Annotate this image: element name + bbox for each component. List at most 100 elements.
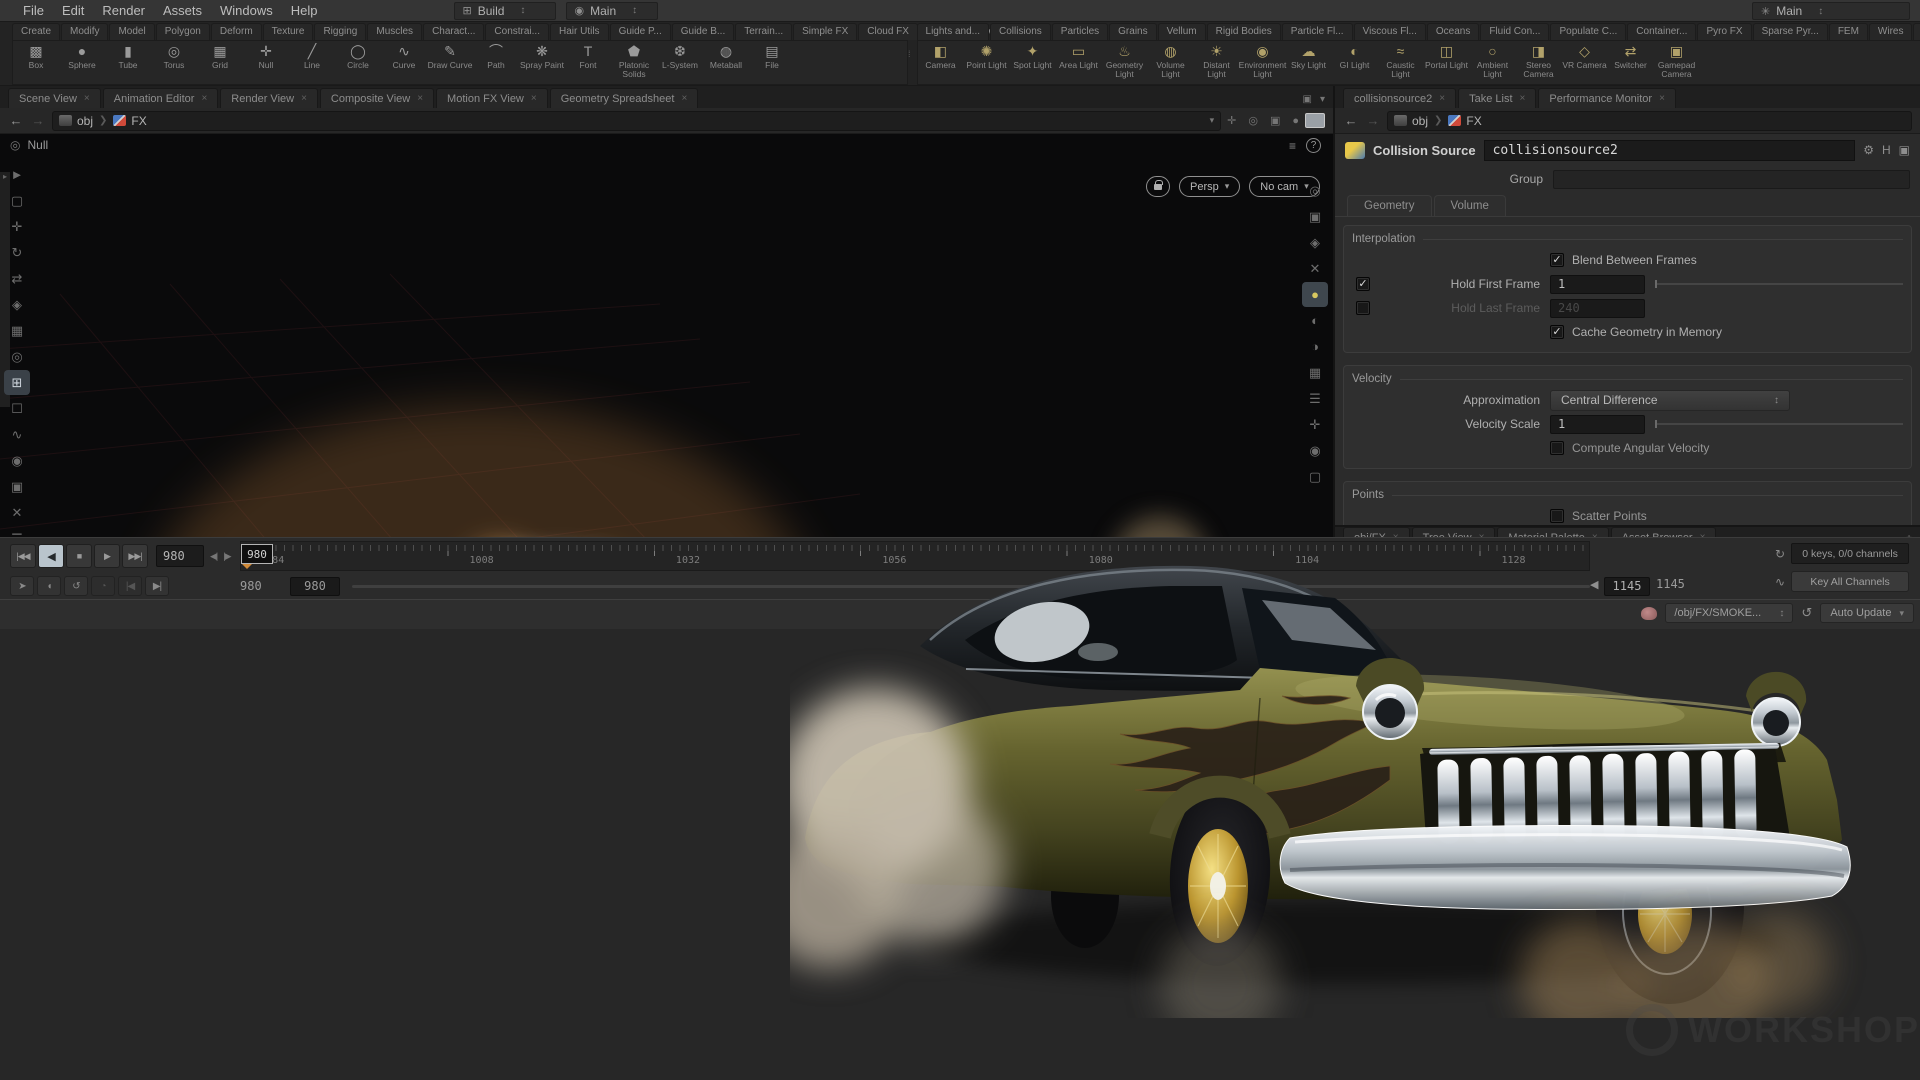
shelf-tool[interactable]: ◧ Camera	[918, 41, 964, 84]
shelf-tab[interactable]: Guide P...	[610, 23, 671, 40]
radial-menu-selector[interactable]: ✳ Main ↕	[1752, 2, 1910, 20]
shelf-tool[interactable]: ▤ File	[749, 41, 795, 84]
hold-first-frame-slider[interactable]	[1655, 283, 1903, 285]
shelf-tab[interactable]: Modify	[61, 23, 108, 40]
shelf-tab[interactable]: Container...	[1627, 23, 1696, 40]
shelf-tool[interactable]: ● Sphere	[59, 41, 105, 84]
hold-last-frame-toggle[interactable]	[1356, 301, 1370, 315]
viewport-tool-icon[interactable]: ◐	[1302, 308, 1328, 333]
breadcrumb[interactable]: obj ❯ FX	[1387, 111, 1912, 131]
shelf-tab[interactable]: Grains	[1109, 23, 1156, 40]
scatter-points-checkbox[interactable]	[1550, 509, 1564, 523]
folder-tab[interactable]: Geometry	[1347, 195, 1432, 216]
menu-item[interactable]: Assets	[154, 3, 211, 18]
shelf-tool[interactable]: ◎ Torus	[151, 41, 197, 84]
viewport-tool-icon[interactable]: ✕	[4, 500, 30, 525]
update-mode-dropdown[interactable]: Auto Update ▾	[1820, 603, 1914, 623]
playbar-option-button[interactable]: ▶|	[145, 576, 169, 596]
playbar-option-button[interactable]: ◖	[37, 576, 61, 596]
shelf-tab[interactable]: Charact...	[423, 23, 484, 40]
viewport-tool-icon[interactable]: ∿	[4, 422, 30, 447]
viewport-tool-icon[interactable]: ▦	[1302, 360, 1328, 385]
viewport-tool-icon[interactable]: ▣	[1302, 204, 1328, 229]
shelf-tab[interactable]: Oceans	[1427, 23, 1479, 40]
playbar-option-button[interactable]: ➤	[10, 576, 34, 596]
viewport[interactable]: ◎ Null ≡ ? Persp ▾ No cam ▾	[0, 134, 1333, 537]
shelf-tab[interactable]: Pyro FX	[1697, 23, 1751, 40]
pane-tab[interactable]: Geometry Spreadsheet	[550, 88, 699, 108]
frame-ruler[interactable]: 984100810321056108011041128 980	[240, 541, 1590, 571]
pane-tab[interactable]: Take List	[1458, 88, 1536, 108]
shelf-tab[interactable]: Deform	[211, 23, 262, 40]
path-node[interactable]: FX	[1466, 114, 1481, 128]
menu-item[interactable]: Help	[282, 3, 327, 18]
viewport-tool-icon[interactable]: ⇄	[4, 266, 30, 291]
shelf-tool[interactable]: T Font	[565, 41, 611, 84]
hold-first-frame-field[interactable]: 1	[1550, 275, 1645, 294]
shelf-tool[interactable]: ◉ Environment Light	[1240, 41, 1286, 84]
shelf-tab[interactable]: Sparse Pyr...	[1753, 23, 1828, 40]
shelf-tab[interactable]: Collisions	[990, 23, 1051, 40]
stow-bar-icon[interactable]: ≡	[1289, 139, 1296, 153]
help-icon[interactable]: ?	[1306, 138, 1321, 153]
pane-tab[interactable]: collisionsource2	[1343, 88, 1456, 108]
shelf-tab[interactable]: Simple FX	[793, 23, 857, 40]
menu-item[interactable]: Windows	[211, 3, 282, 18]
viewport-tool-icon[interactable]: ◈	[4, 292, 30, 317]
shelf-tool[interactable]: ◐ GI Light	[1332, 41, 1378, 84]
shelf-set-selector[interactable]: ◉ Main ↕	[566, 2, 658, 20]
viewport-tool-icon[interactable]: ●	[1302, 282, 1328, 307]
shelf-tool[interactable]: ◍ Metaball	[703, 41, 749, 84]
pane-tab[interactable]: Scene View	[8, 88, 101, 108]
shelf-tool[interactable]: ≈ Caustic Light	[1378, 41, 1424, 84]
viewport-tool-icon[interactable]: ▢	[1302, 464, 1328, 489]
pathbar-icon[interactable]: ✛	[1227, 114, 1236, 127]
menu-item[interactable]: Edit	[53, 3, 93, 18]
shelf-tab[interactable]: Terrain...	[735, 23, 792, 40]
cook-op-path-dropdown[interactable]: /obj/FX/SMOKE... ↕	[1665, 603, 1793, 623]
hold-last-frame-field[interactable]: 240	[1550, 299, 1645, 318]
approximation-dropdown[interactable]: Central Difference ↕	[1550, 390, 1790, 411]
shelf-tool[interactable]: ◯ Circle	[335, 41, 381, 84]
shelf-tool[interactable]: ◨ Stereo Camera	[1516, 41, 1562, 84]
recook-icon[interactable]: ↺	[1801, 605, 1812, 621]
path-root[interactable]: obj	[1412, 114, 1428, 128]
group-field[interactable]	[1553, 170, 1910, 189]
forward-button[interactable]: →	[1365, 113, 1381, 128]
playbar-option-button[interactable]: ↺	[64, 576, 88, 596]
shelf-tab[interactable]: Particles	[1052, 23, 1108, 40]
key-all-channels-button[interactable]: Key All Channels	[1791, 571, 1909, 592]
pane-tab[interactable]: Animation Editor	[103, 88, 219, 108]
shelf-tool[interactable]: ▮ Tube	[105, 41, 151, 84]
pathbar-icon[interactable]: ●	[1292, 115, 1299, 127]
shelf-tab[interactable]: Texture	[263, 23, 314, 40]
viewport-tool-icon[interactable]: ▢	[4, 188, 30, 213]
shelf-tab[interactable]: Vellum	[1158, 23, 1206, 40]
shelf-tool[interactable]: ✎ Draw Curve	[427, 41, 473, 84]
shelf-tool[interactable]: ▣ Gamepad Camera	[1654, 41, 1700, 84]
shelf-tab[interactable]: Model	[109, 23, 154, 40]
display-options-swatch[interactable]	[1305, 113, 1325, 128]
blend-between-frames-checkbox[interactable]: ✓	[1550, 253, 1564, 267]
viewport-tool-icon[interactable]: ◎	[4, 344, 30, 369]
back-button[interactable]: ←	[1343, 113, 1359, 128]
forward-button[interactable]: →	[30, 113, 46, 128]
shelf-tool[interactable]: ❆ L-System	[657, 41, 703, 84]
playback-button[interactable]: |◀◀	[10, 544, 36, 568]
playbar-option-button[interactable]: ◔	[91, 576, 115, 596]
viewport-tool-icon[interactable]: ☰	[1302, 386, 1328, 411]
shelf-tab[interactable]: Wires	[1869, 23, 1913, 40]
velocity-scale-field[interactable]: 1	[1550, 415, 1645, 434]
viewport-tool-icon[interactable]: ✕	[1302, 256, 1328, 281]
hold-first-frame-toggle[interactable]: ✓	[1356, 277, 1370, 291]
shelf-tab[interactable]: Hair Utils	[550, 23, 609, 40]
menu-item[interactable]: File	[14, 3, 53, 18]
header-icon[interactable]: ▣	[1899, 143, 1910, 157]
channels-icon[interactable]: ∿	[1775, 575, 1785, 589]
playhead-frame-box[interactable]: 980	[241, 544, 273, 564]
viewport-tool-icon[interactable]: ✛	[4, 214, 30, 239]
view-selector-pill[interactable]: Persp ▾	[1179, 176, 1240, 197]
playhead-marker[interactable]	[242, 564, 252, 569]
playback-button[interactable]: ▶	[94, 544, 120, 568]
path-root[interactable]: obj	[77, 114, 93, 128]
